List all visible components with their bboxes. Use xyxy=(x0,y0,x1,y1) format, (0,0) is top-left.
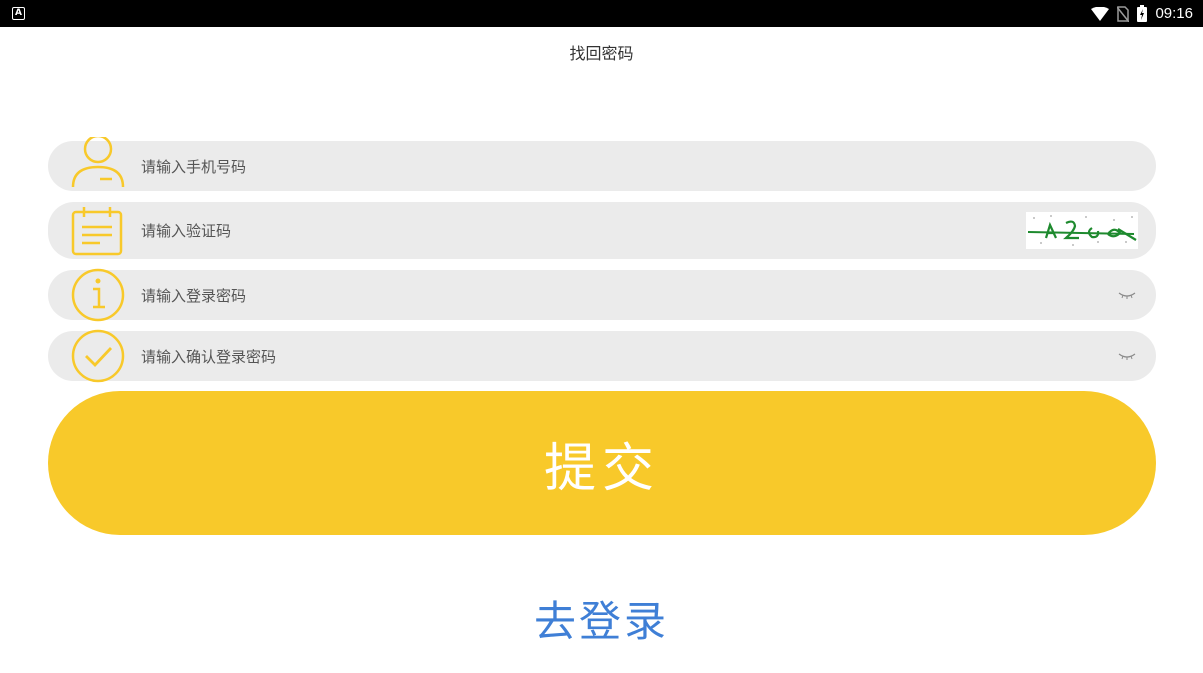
captcha-image[interactable] xyxy=(1026,212,1138,249)
page-title: 找回密码 xyxy=(569,44,634,63)
status-bar: A 09:16 xyxy=(0,0,1203,27)
go-login-link[interactable]: 去登录 xyxy=(0,588,1203,649)
eye-closed-icon[interactable] xyxy=(1118,291,1136,299)
eye-closed-icon[interactable] xyxy=(1118,352,1136,360)
check-circle-icon xyxy=(71,329,125,383)
submit-button[interactable]: 提交 xyxy=(48,391,1156,535)
calendar-note-icon xyxy=(71,207,123,256)
wifi-icon xyxy=(1091,6,1110,21)
verification-code-placeholder: 请输入验证码 xyxy=(141,222,232,240)
phone-placeholder: 请输入手机号码 xyxy=(141,157,247,176)
status-icons: 09:16 xyxy=(1091,0,1193,27)
no-sim-icon xyxy=(1117,5,1130,22)
battery-icon xyxy=(1137,5,1148,22)
captcha-graphic xyxy=(1027,215,1137,246)
confirm-password-field[interactable]: 请输入确认登录密码 xyxy=(48,329,1156,383)
app-notification-icon: A xyxy=(12,7,25,20)
verification-code-field[interactable]: 请输入验证码 xyxy=(48,202,1156,259)
confirm-password-placeholder: 请输入确认登录密码 xyxy=(141,347,277,366)
password-placeholder: 请输入登录密码 xyxy=(141,286,247,305)
info-circle-icon xyxy=(71,268,125,322)
clock: 09:16 xyxy=(1155,5,1193,22)
phone-field[interactable]: 请输入手机号码 xyxy=(48,137,1156,191)
user-icon xyxy=(71,137,125,188)
password-field[interactable]: 请输入登录密码 xyxy=(48,268,1156,322)
